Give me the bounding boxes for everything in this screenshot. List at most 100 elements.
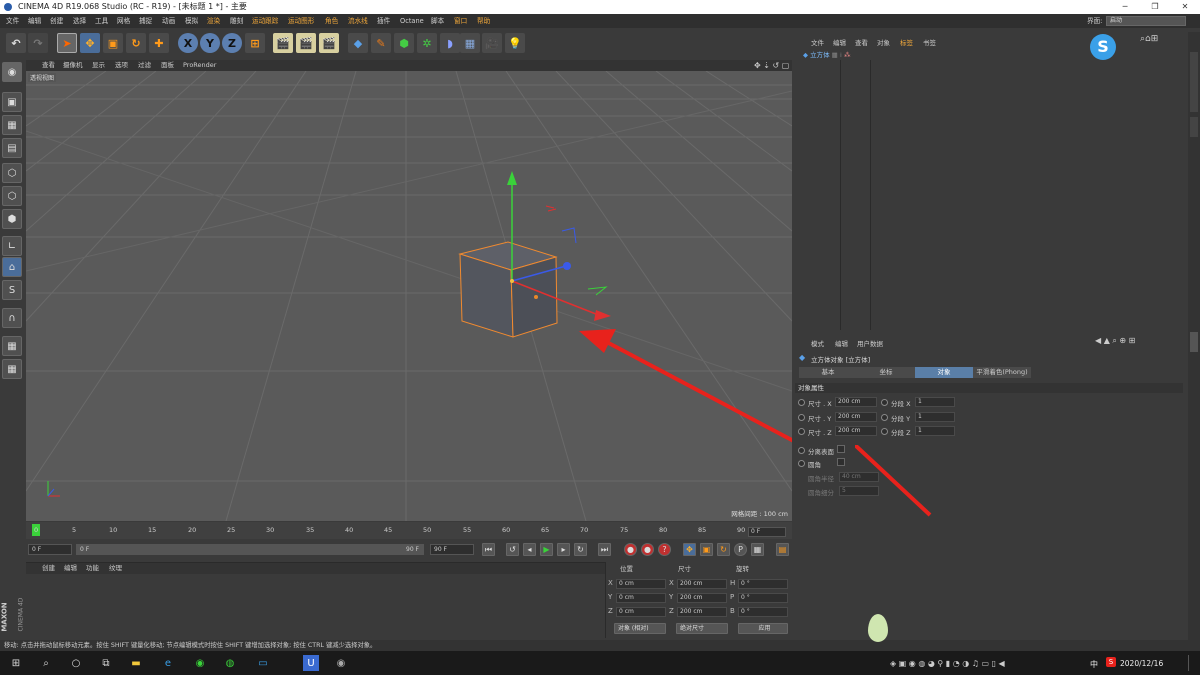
vp-menu-prorender[interactable]: ProRender: [183, 60, 216, 71]
prev-frame-button[interactable]: ◂: [523, 543, 536, 556]
texture-mode-button[interactable]: ▦: [2, 115, 22, 135]
move-tool-button[interactable]: ✥: [80, 33, 100, 53]
autokey-button[interactable]: ●: [641, 543, 654, 556]
task-view-icon[interactable]: ⧉: [98, 655, 114, 671]
separate-surfaces-checkbox[interactable]: [837, 445, 845, 453]
prev-key-button[interactable]: ↺: [506, 543, 519, 556]
end-frame-field[interactable]: 90 F: [430, 544, 474, 555]
render-view-button[interactable]: 🎬: [273, 33, 293, 53]
render-picture-viewer-button[interactable]: 🎬: [296, 33, 316, 53]
size-y-input[interactable]: 200 cm: [835, 412, 877, 422]
go-to-start-button[interactable]: ⏮: [482, 543, 495, 556]
menu-sculpt[interactable]: 雕刻: [230, 14, 243, 28]
menu-file[interactable]: 文件: [6, 14, 19, 28]
search-home-icons[interactable]: ⌕⌂⊞: [1140, 34, 1158, 44]
axis-mode-button[interactable]: ∟: [2, 236, 22, 256]
size-x-input[interactable]: 200 cm: [835, 397, 877, 407]
maximize-button[interactable]: ❐: [1140, 0, 1170, 14]
camera-button[interactable]: 🎥: [482, 33, 502, 53]
model-mode-button[interactable]: ▣: [2, 92, 22, 112]
mat-menu-edit[interactable]: 编辑: [64, 563, 77, 574]
seg-z-input[interactable]: 1: [915, 426, 955, 436]
edge-browser-icon[interactable]: e: [160, 655, 176, 671]
record-button[interactable]: ●: [624, 543, 637, 556]
close-button[interactable]: ✕: [1170, 0, 1200, 14]
side-tab-objects[interactable]: [1190, 52, 1198, 112]
key-position-button[interactable]: ✥: [683, 543, 696, 556]
tab-object[interactable]: 对象: [915, 367, 973, 378]
range-slider[interactable]: 0 F 90 F: [76, 544, 424, 555]
system-tray-icons[interactable]: ◈ ▣ ◉ ◍ ◕ ⚲ ▮ ◔ ◑ ♫ ▭ ▯ ◀: [890, 659, 1005, 668]
timeline-button[interactable]: ▤: [776, 543, 789, 556]
seg-x-input[interactable]: 1: [915, 397, 955, 407]
next-key-button[interactable]: ↻: [574, 543, 587, 556]
menu-animate[interactable]: 动画: [162, 14, 175, 28]
menu-plugins[interactable]: 插件: [377, 14, 390, 28]
u-app-icon[interactable]: U: [303, 655, 319, 671]
object-row-cube[interactable]: ◆ 立方体 ▦ ⁞ ⁂: [803, 50, 851, 60]
menu-edit[interactable]: 编辑: [28, 14, 41, 28]
current-frame-field[interactable]: 0 F: [748, 527, 786, 537]
menu-character[interactable]: 角色: [325, 14, 338, 28]
timeline-ruler[interactable]: 0 5 10 15 20 25 30 35 40 45 50 55 60 65 …: [26, 522, 792, 539]
light-button[interactable]: 💡: [505, 33, 525, 53]
mat-menu-function[interactable]: 功能: [86, 563, 99, 574]
size-y-field[interactable]: 200 cm: [677, 593, 727, 603]
recent-tool-button[interactable]: ✚: [149, 33, 169, 53]
layout-select[interactable]: 启动: [1106, 16, 1186, 26]
coord-mode-select[interactable]: 对象 (相对): [614, 623, 666, 634]
perspective-viewport[interactable]: 透视视图 网格间距 : 100 cm: [26, 71, 792, 521]
points-mode-button[interactable]: ⬡: [2, 163, 22, 183]
go-to-end-button[interactable]: ⏭: [598, 543, 611, 556]
undo-button[interactable]: ↶: [6, 33, 26, 53]
z-axis-button[interactable]: Z: [222, 33, 242, 53]
workplane-grid-button[interactable]: ▦: [2, 336, 22, 356]
key-pla-button[interactable]: ▦: [751, 543, 764, 556]
vp-nav-icons[interactable]: ✥ ⇣ ↺ ▢: [754, 60, 789, 71]
search-icon[interactable]: ⌕: [38, 655, 54, 671]
windows-start-icon[interactable]: ⊞: [8, 655, 24, 671]
menu-octane[interactable]: Octane: [400, 14, 424, 28]
size-z-field[interactable]: 200 cm: [677, 607, 727, 617]
obj-menu-view[interactable]: 查看: [855, 37, 868, 47]
play-button[interactable]: ▶: [540, 543, 553, 556]
menu-mesh[interactable]: 网格: [117, 14, 130, 28]
fillet-radio[interactable]: [798, 460, 805, 467]
notification-button[interactable]: [1188, 655, 1198, 671]
x-axis-button[interactable]: X: [178, 33, 198, 53]
fillet-checkbox[interactable]: [837, 458, 845, 466]
side-tab-layers[interactable]: [1190, 117, 1198, 137]
vp-menu-options[interactable]: 选项: [115, 60, 128, 71]
seg-y-radio[interactable]: [881, 414, 888, 421]
attr-menu-edit[interactable]: 编辑: [835, 338, 848, 348]
minimize-button[interactable]: ─: [1110, 0, 1140, 14]
scale-tool-button[interactable]: ▣: [103, 33, 123, 53]
vp-menu-view[interactable]: 查看: [42, 60, 55, 71]
cortana-icon[interactable]: ○: [68, 655, 84, 671]
rotation-h-field[interactable]: 0 °: [738, 579, 788, 589]
coordinate-system-button[interactable]: ⊞: [245, 33, 265, 53]
menu-render[interactable]: 渲染: [207, 14, 220, 28]
object-name[interactable]: 立方体: [810, 51, 830, 59]
position-z-field[interactable]: 0 cm: [616, 607, 666, 617]
file-explorer-icon[interactable]: ▬: [128, 655, 144, 671]
position-y-field[interactable]: 0 cm: [616, 593, 666, 603]
tab-phong[interactable]: 平滑着色(Phong): [973, 367, 1031, 378]
size-mode-select[interactable]: 绝对尺寸: [676, 623, 728, 634]
sogou-ime-icon[interactable]: S: [1106, 657, 1116, 667]
seg-y-input[interactable]: 1: [915, 412, 955, 422]
vp-menu-panel[interactable]: 面板: [161, 60, 174, 71]
workplane-mode-button[interactable]: ▤: [2, 138, 22, 158]
size-x-field[interactable]: 200 cm: [677, 579, 727, 589]
side-tab-attributes[interactable]: [1190, 332, 1198, 352]
keyframe-selection-button[interactable]: ?: [658, 543, 671, 556]
key-rotation-button[interactable]: ↻: [717, 543, 730, 556]
separate-surfaces-radio[interactable]: [798, 447, 805, 454]
size-z-radio[interactable]: [798, 428, 805, 435]
size-z-input[interactable]: 200 cm: [835, 426, 877, 436]
desktop-pet-widget[interactable]: [868, 614, 888, 642]
pen-spline-button[interactable]: ✎: [371, 33, 391, 53]
cube-object[interactable]: [458, 241, 558, 338]
menu-help[interactable]: 帮助: [477, 14, 490, 28]
next-frame-button[interactable]: ▸: [557, 543, 570, 556]
